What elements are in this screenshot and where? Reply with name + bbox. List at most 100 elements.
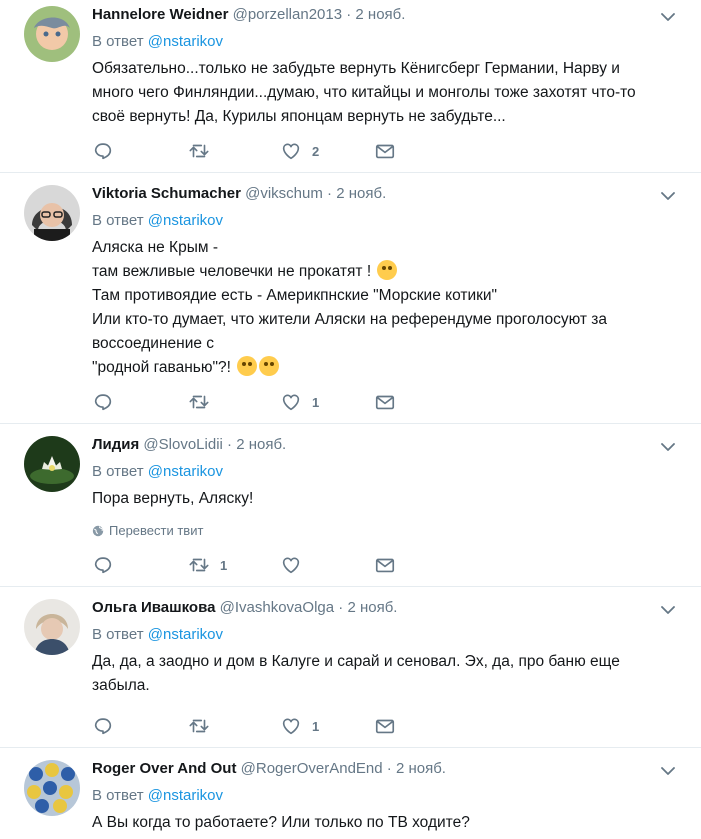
tweet-text: Пора вернуть, Аляску! [92, 490, 254, 507]
author-handle[interactable]: @SlovoLidii [143, 436, 222, 453]
text-line: "родной гаванью"?! [92, 356, 662, 380]
reply-button[interactable] [92, 140, 114, 162]
translate-tweet-link[interactable]: Перевести твит [92, 523, 203, 538]
timestamp[interactable]: 2 нояб. [347, 599, 397, 616]
separator-dot: · [346, 6, 352, 23]
avatar[interactable] [24, 760, 80, 816]
retweet-icon [188, 391, 210, 413]
avatar-image [24, 436, 80, 492]
tweet-actions: 1 [92, 554, 412, 578]
author-name[interactable]: Viktoria Schumacher [92, 185, 241, 202]
retweet-icon [188, 715, 210, 737]
author-name[interactable]: Ольга Ивашкова [92, 599, 215, 616]
heart-icon [280, 554, 302, 576]
reply-mention[interactable]: @nstarikov [148, 463, 223, 480]
envelope-icon [374, 140, 396, 162]
tweet-actions: 1 [92, 715, 412, 739]
tweet-text: А Вы когда то работаете? Или только по Т… [92, 814, 470, 831]
timestamp[interactable]: 2 нояб. [355, 6, 405, 23]
envelope-icon [374, 715, 396, 737]
reply-context: В ответ @nstarikov [92, 626, 223, 643]
reply-icon [92, 140, 114, 162]
reply-icon [92, 554, 114, 576]
tweet-actions: 1 [92, 391, 412, 415]
like-button[interactable]: 2 [280, 140, 319, 162]
tweet[interactable]: Лидия @SlovoLidii · 2 нояб. В ответ @nst… [0, 424, 701, 587]
author-handle[interactable]: @vikschum [245, 185, 323, 202]
avatar-image [24, 185, 80, 241]
like-button[interactable] [280, 554, 312, 576]
author-handle[interactable]: @RogerOverAndEnd [241, 760, 383, 777]
tweet-header: Ольга Ивашкова @IvashkovaOlga · 2 нояб. [92, 599, 397, 616]
retweet-button[interactable] [188, 391, 220, 413]
direct-message-button[interactable] [374, 391, 396, 413]
author-handle[interactable]: @IvashkovaOlga [220, 599, 334, 616]
avatar[interactable] [24, 185, 80, 241]
separator-dot: · [227, 436, 233, 453]
direct-message-button[interactable] [374, 140, 396, 162]
avatar[interactable] [24, 6, 80, 62]
tweet[interactable]: Hannelore Weidner @porzellan2013 · 2 ноя… [0, 0, 701, 173]
reply-button[interactable] [92, 715, 114, 737]
reply-prefix: В ответ [92, 463, 144, 480]
tweet-text: Обязательно...только не забудьте вернуть… [92, 60, 636, 125]
joy-emoji [377, 260, 398, 280]
direct-message-button[interactable] [374, 715, 396, 737]
reply-button[interactable] [92, 391, 114, 413]
like-button[interactable]: 1 [280, 391, 319, 413]
reply-mention[interactable]: @nstarikov [148, 626, 223, 643]
reply-mention[interactable]: @nstarikov [148, 787, 223, 804]
retweet-icon [188, 554, 210, 576]
heart-icon [280, 391, 302, 413]
avatar-image [24, 6, 80, 62]
reply-prefix: В ответ [92, 33, 144, 50]
tweet[interactable]: Roger Over And Out @RogerOverAndEnd · 2 … [0, 748, 701, 839]
chevron-down-icon[interactable] [661, 191, 675, 201]
reply-button[interactable] [92, 554, 114, 576]
tweet[interactable]: Ольга Ивашкова @IvashkovaOlga · 2 нояб. … [0, 587, 701, 748]
reply-prefix: В ответ [92, 787, 144, 804]
text-line: воссоединение с [92, 335, 215, 352]
avatar[interactable] [24, 599, 80, 655]
chevron-down-icon[interactable] [661, 442, 675, 452]
translate-label: Перевести твит [109, 523, 204, 538]
like-count: 1 [312, 394, 320, 410]
retweet-count: 1 [220, 557, 228, 573]
globe-icon [92, 525, 104, 537]
tweet-text: Аляска не Крым - там вежливые человечки … [92, 236, 662, 380]
timestamp[interactable]: 2 нояб. [236, 436, 286, 453]
tweet-header: Roger Over And Out @RogerOverAndEnd · 2 … [92, 760, 446, 777]
text-line-content: там вежливые человечки не прокатят ! [92, 263, 372, 280]
chevron-down-icon[interactable] [661, 766, 675, 776]
retweet-button[interactable]: 1 [188, 554, 227, 576]
tweet-text: Да, да, а заодно и дом в Калуге и сарай … [92, 653, 620, 694]
monocle-emoji [237, 356, 258, 376]
retweet-button[interactable] [188, 715, 220, 737]
reply-context: В ответ @nstarikov [92, 463, 223, 480]
author-handle[interactable]: @porzellan2013 [233, 6, 342, 23]
author-name[interactable]: Roger Over And Out [92, 760, 236, 777]
heart-icon [280, 715, 302, 737]
retweet-button[interactable] [188, 140, 220, 162]
chevron-down-icon[interactable] [661, 605, 675, 615]
heart-icon [280, 140, 302, 162]
reply-icon [92, 715, 114, 737]
nerd-emoji [259, 356, 280, 376]
text-line: там вежливые человечки не прокатят ! [92, 260, 662, 284]
author-name[interactable]: Hannelore Weidner [92, 6, 228, 23]
like-count: 1 [312, 718, 320, 734]
tweet[interactable]: Viktoria Schumacher @vikschum · 2 нояб. … [0, 173, 701, 424]
chevron-down-icon[interactable] [661, 12, 675, 22]
timestamp[interactable]: 2 нояб. [336, 185, 386, 202]
timestamp[interactable]: 2 нояб. [396, 760, 446, 777]
reply-mention[interactable]: @nstarikov [148, 33, 223, 50]
direct-message-button[interactable] [374, 554, 396, 576]
author-name[interactable]: Лидия [92, 436, 139, 453]
reply-mention[interactable]: @nstarikov [148, 212, 223, 229]
envelope-icon [374, 554, 396, 576]
reply-context: В ответ @nstarikov [92, 33, 223, 50]
text-line: Там противоядие есть - Америкпнские "Мор… [92, 287, 498, 304]
text-line: Аляска не Крым - [92, 239, 218, 256]
avatar[interactable] [24, 436, 80, 492]
like-button[interactable]: 1 [280, 715, 319, 737]
